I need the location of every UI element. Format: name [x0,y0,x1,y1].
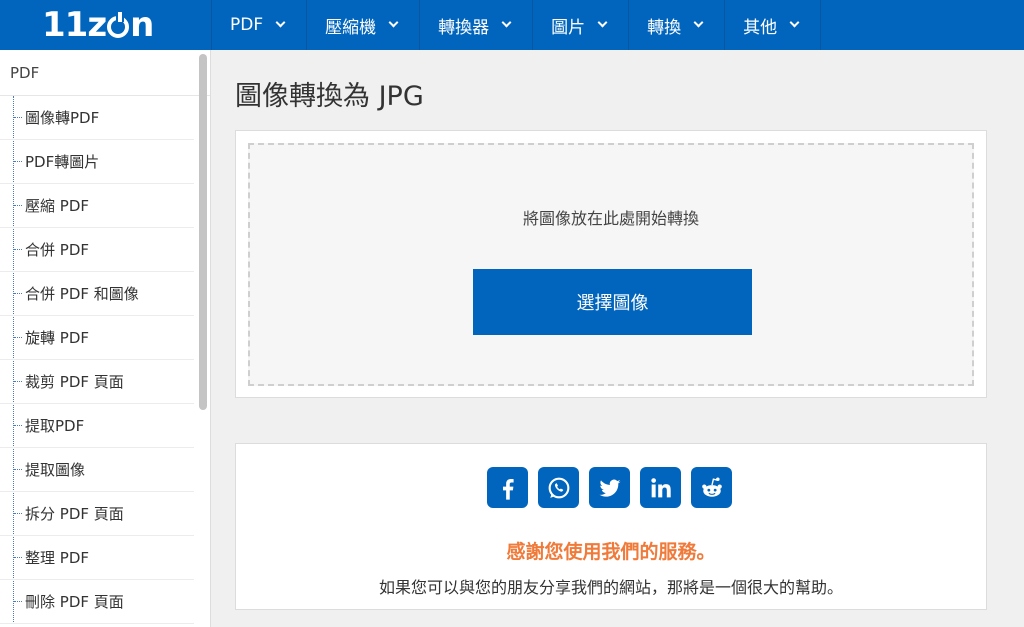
facebook-icon[interactable] [487,467,528,508]
whatsapp-icon[interactable] [538,467,579,508]
power-icon [107,12,130,38]
sidebar: PDF 圖像轉PDF PDF轉圖片 壓縮 PDF 合併 PDF 合併 PDF 和… [0,50,211,627]
sidebar-item-crop-pdf[interactable]: 裁剪 PDF 頁面 [0,360,194,404]
nav-label: 轉換 [647,17,682,38]
upload-card: 將圖像放在此處開始轉換 選擇圖像 [235,130,987,398]
chevron-down-icon [789,17,800,28]
chevron-down-icon [597,17,608,28]
nav-label: PDF [230,15,264,35]
top-nav: 11z n PDF 壓縮機 轉換器 圖片 轉換 其他 [0,0,1024,50]
choose-image-button[interactable]: 選擇圖像 [473,269,752,335]
sidebar-item-extract-pdf[interactable]: 提取PDF [0,404,194,448]
main-content: 圖像轉換為 JPG 將圖像放在此處開始轉換 選擇圖像 感謝您使用我們的服務。 如… [212,50,1024,627]
share-icons [487,467,732,508]
logo[interactable]: 11z n [0,0,212,50]
nav-compressor[interactable]: 壓縮機 [307,0,421,50]
sidebar-item-extract-images[interactable]: 提取圖像 [0,448,194,492]
sidebar-item-delete-pdf-pages[interactable]: 刪除 PDF 頁面 [0,580,194,624]
nav-label: 其他 [743,17,778,38]
nav-pdf[interactable]: PDF [212,0,308,50]
sidebar-item-split-pdf[interactable]: 拆分 PDF 頁面 [0,492,194,536]
nav-label: 壓縮機 [325,17,377,38]
drop-zone-text: 將圖像放在此處開始轉換 [522,209,699,228]
drop-zone[interactable]: 將圖像放在此處開始轉換 選擇圖像 [248,143,974,386]
sidebar-item-merge-pdf[interactable]: 合併 PDF [0,228,194,272]
nav-converter[interactable]: 轉換器 [420,0,534,50]
nav-other[interactable]: 其他 [725,0,822,50]
sidebar-item-image-to-pdf[interactable]: 圖像轉PDF [0,96,194,140]
chevron-down-icon [275,17,286,28]
page-title: 圖像轉換為 JPG [235,81,424,112]
sidebar-item-pdf-to-image[interactable]: PDF轉圖片 [0,140,194,184]
nav-convert[interactable]: 轉換 [629,0,726,50]
sidebar-item-organize-pdf[interactable]: 整理 PDF [0,536,194,580]
share-description: 如果您可以與您的朋友分享我們的網站，那將是一個很大的幫助。 [378,578,843,597]
chevron-down-icon [388,17,399,28]
share-card: 感謝您使用我們的服務。 如果您可以與您的朋友分享我們的網站，那將是一個很大的幫助… [235,443,987,610]
sidebar-tree: 圖像轉PDF PDF轉圖片 壓縮 PDF 合併 PDF 合併 PDF 和圖像 旋… [0,96,210,624]
logo-text-end: n [130,5,154,45]
reddit-icon[interactable] [691,467,732,508]
nav-image[interactable]: 圖片 [533,0,630,50]
sidebar-scrollbar[interactable] [199,54,207,410]
nav-label: 轉換器 [438,17,490,38]
linkedin-icon[interactable] [640,467,681,508]
logo-text: 11z [42,5,107,45]
sidebar-item-compress-pdf[interactable]: 壓縮 PDF [0,184,194,228]
thanks-message: 感謝您使用我們的服務。 [506,541,716,563]
chevron-down-icon [501,17,512,28]
chevron-down-icon [693,17,704,28]
sidebar-item-rotate-pdf[interactable]: 旋轉 PDF [0,316,194,360]
nav-label: 圖片 [551,17,586,38]
twitter-icon[interactable] [589,467,630,508]
sidebar-item-merge-pdf-images[interactable]: 合併 PDF 和圖像 [0,272,194,316]
sidebar-section-title[interactable]: PDF [0,50,210,96]
